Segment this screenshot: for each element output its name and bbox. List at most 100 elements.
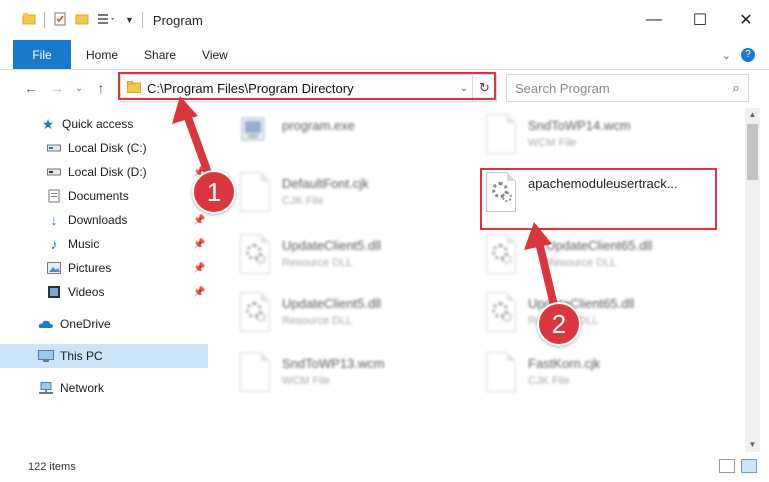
maximize-icon[interactable]: ☐ bbox=[677, 0, 723, 40]
scroll-down-icon[interactable]: ▼ bbox=[745, 438, 760, 452]
quick-access-toolbar: ▼ bbox=[22, 12, 143, 29]
application-icon bbox=[236, 112, 272, 158]
tab-home[interactable]: Home bbox=[73, 40, 131, 69]
up-arrow-icon[interactable]: ↑ bbox=[90, 74, 112, 102]
sidebar-item-label: OneDrive bbox=[60, 317, 111, 331]
customize-toolbar-icon[interactable] bbox=[97, 12, 117, 29]
sidebar-item-local-disk-c[interactable]: Local Disk (C:) bbox=[0, 136, 208, 160]
minimize-icon[interactable]: — bbox=[631, 0, 677, 40]
window-title: Program bbox=[152, 12, 203, 28]
sidebar-item-label: Documents bbox=[68, 189, 129, 203]
tab-file[interactable]: File bbox=[13, 40, 71, 69]
toolbar-divider bbox=[141, 12, 143, 28]
recent-locations-icon[interactable]: ⌄ bbox=[68, 74, 90, 102]
settings-file-icon bbox=[482, 290, 518, 336]
computer-icon bbox=[38, 348, 54, 364]
file-item-defaultfont[interactable]: DefaultFont.cjk CJK File bbox=[236, 170, 476, 226]
view-toggle bbox=[719, 459, 757, 473]
toolbar-divider bbox=[44, 12, 45, 28]
item-count: 122 items bbox=[28, 461, 76, 473]
file-item-updateclient5[interactable]: UpdateClient5.dll Resource DLL bbox=[236, 290, 476, 346]
file-item-program-exe[interactable]: program.exe bbox=[236, 112, 476, 168]
sidebar-item-label: Local Disk (C:) bbox=[68, 141, 147, 155]
scrollbar-thumb[interactable] bbox=[747, 124, 758, 180]
title-bar: ▼ Program — ☐ ✕ bbox=[0, 0, 769, 40]
folder-icon[interactable] bbox=[22, 12, 36, 29]
sidebar-item-label: Quick access bbox=[62, 117, 134, 131]
search-box[interactable]: ⌕ bbox=[506, 74, 749, 102]
file-name: UpdateClient5.dll bbox=[282, 238, 382, 253]
file-name: SndToWP13.wcm bbox=[282, 356, 385, 371]
file-name: DefaultFont.cjk bbox=[282, 176, 369, 191]
sidebar-item-onedrive[interactable]: OneDrive bbox=[0, 312, 208, 336]
new-folder-icon[interactable] bbox=[75, 12, 89, 29]
sidebar-item-label: Downloads bbox=[68, 213, 128, 227]
file-item-sndtowp14[interactable]: SndToWP14.wcm WCM File bbox=[482, 112, 722, 168]
sidebar-item-videos[interactable]: Videos 📌 bbox=[0, 280, 208, 304]
properties-icon[interactable] bbox=[53, 12, 67, 29]
vertical-scrollbar[interactable]: ▲ ▼ bbox=[745, 108, 760, 452]
sidebar-item-network[interactable]: Network bbox=[0, 376, 208, 400]
sidebar-item-label: Local Disk (D:) bbox=[68, 165, 147, 179]
sidebar-item-downloads[interactable]: ↓ Downloads 📌 bbox=[0, 208, 208, 232]
sidebar-item-this-pc[interactable]: This PC bbox=[0, 344, 208, 368]
settings-file-icon bbox=[236, 232, 272, 278]
sidebar-item-music[interactable]: ♪ Music 📌 bbox=[0, 232, 208, 256]
file-item-updateclient5[interactable]: UpdateClient5.dll Resource DLL bbox=[236, 232, 476, 288]
download-icon: ↓ bbox=[50, 212, 58, 228]
scroll-up-icon[interactable]: ▲ bbox=[745, 108, 760, 122]
details-view-icon[interactable] bbox=[719, 459, 735, 473]
sidebar-item-documents[interactable]: Documents 📌 bbox=[0, 184, 208, 208]
back-arrow-icon[interactable]: ← bbox=[20, 74, 42, 102]
sidebar-item-label: This PC bbox=[60, 349, 103, 363]
file-item-updateclient65[interactable]: UpdateClient65.dllResource DLL bbox=[482, 232, 722, 288]
pin-icon[interactable]: 📌 bbox=[193, 263, 205, 274]
chevron-down-icon[interactable]: ▼ bbox=[125, 15, 134, 25]
expand-ribbon-icon[interactable]: ⌄ bbox=[722, 49, 731, 62]
file-item-sndtowp13[interactable]: SndToWP13.wcm WCM File bbox=[236, 350, 476, 406]
file-item-fastkorn[interactable]: FastKorn.cjk CJK File bbox=[482, 350, 722, 406]
cloud-icon bbox=[38, 316, 54, 332]
file-highlight bbox=[480, 168, 717, 230]
tab-view[interactable]: View bbox=[189, 40, 241, 69]
close-icon[interactable]: ✕ bbox=[723, 0, 769, 40]
file-name: program.exe bbox=[282, 118, 355, 133]
file-list: program.exe SndToWP14.wcm WCM File Defaul… bbox=[210, 108, 745, 448]
sidebar-item-local-disk-d[interactable]: Local Disk (D:) 📌 bbox=[0, 160, 208, 184]
step-1-badge: 1 bbox=[192, 170, 236, 214]
search-icon[interactable]: ⌕ bbox=[724, 80, 748, 96]
search-input[interactable] bbox=[515, 80, 724, 96]
star-icon: ★ bbox=[41, 115, 55, 132]
ribbon-right-controls: ⌄ ? bbox=[722, 40, 755, 70]
file-name: FastKorn.cjk bbox=[528, 356, 601, 371]
file-type: WCM File bbox=[282, 375, 331, 387]
pin-icon[interactable]: 📌 bbox=[193, 287, 205, 298]
pin-icon[interactable]: 📌 bbox=[193, 239, 205, 250]
pictures-icon bbox=[46, 260, 62, 276]
videos-icon bbox=[46, 284, 62, 300]
file-type: CJK File bbox=[528, 375, 570, 387]
sidebar-item-quick-access[interactable]: ★ Quick access bbox=[0, 112, 208, 136]
sidebar-item-label: Videos bbox=[68, 285, 105, 299]
file-icon bbox=[482, 112, 518, 158]
help-icon[interactable]: ? bbox=[741, 48, 755, 62]
network-icon bbox=[38, 380, 54, 396]
forward-arrow-icon[interactable]: → bbox=[46, 74, 68, 102]
drive-icon bbox=[46, 164, 62, 180]
large-icons-view-icon[interactable] bbox=[741, 459, 757, 473]
tab-share[interactable]: Share bbox=[131, 40, 189, 69]
navigation-pane: ★ Quick access Local Disk (C:) Local Dis… bbox=[0, 108, 208, 448]
drive-icon bbox=[46, 140, 62, 156]
step-2-badge: 2 bbox=[537, 302, 581, 346]
file-item-updateclient65[interactable]: UpdateClient65.dllResource DLL bbox=[482, 290, 722, 346]
sidebar-item-pictures[interactable]: Pictures 📌 bbox=[0, 256, 208, 280]
ribbon-tabs: File Home Share View ⌄ ? bbox=[0, 40, 769, 70]
status-bar: 122 items bbox=[0, 452, 769, 482]
address-bar-highlight bbox=[118, 72, 496, 100]
file-type: Resource DLL bbox=[546, 257, 617, 269]
pin-icon[interactable]: 📌 bbox=[193, 215, 205, 226]
file-icon bbox=[236, 170, 272, 216]
file-name: SndToWP14.wcm bbox=[528, 118, 631, 133]
file-icon bbox=[482, 350, 518, 396]
window-controls: — ☐ ✕ bbox=[631, 0, 769, 40]
